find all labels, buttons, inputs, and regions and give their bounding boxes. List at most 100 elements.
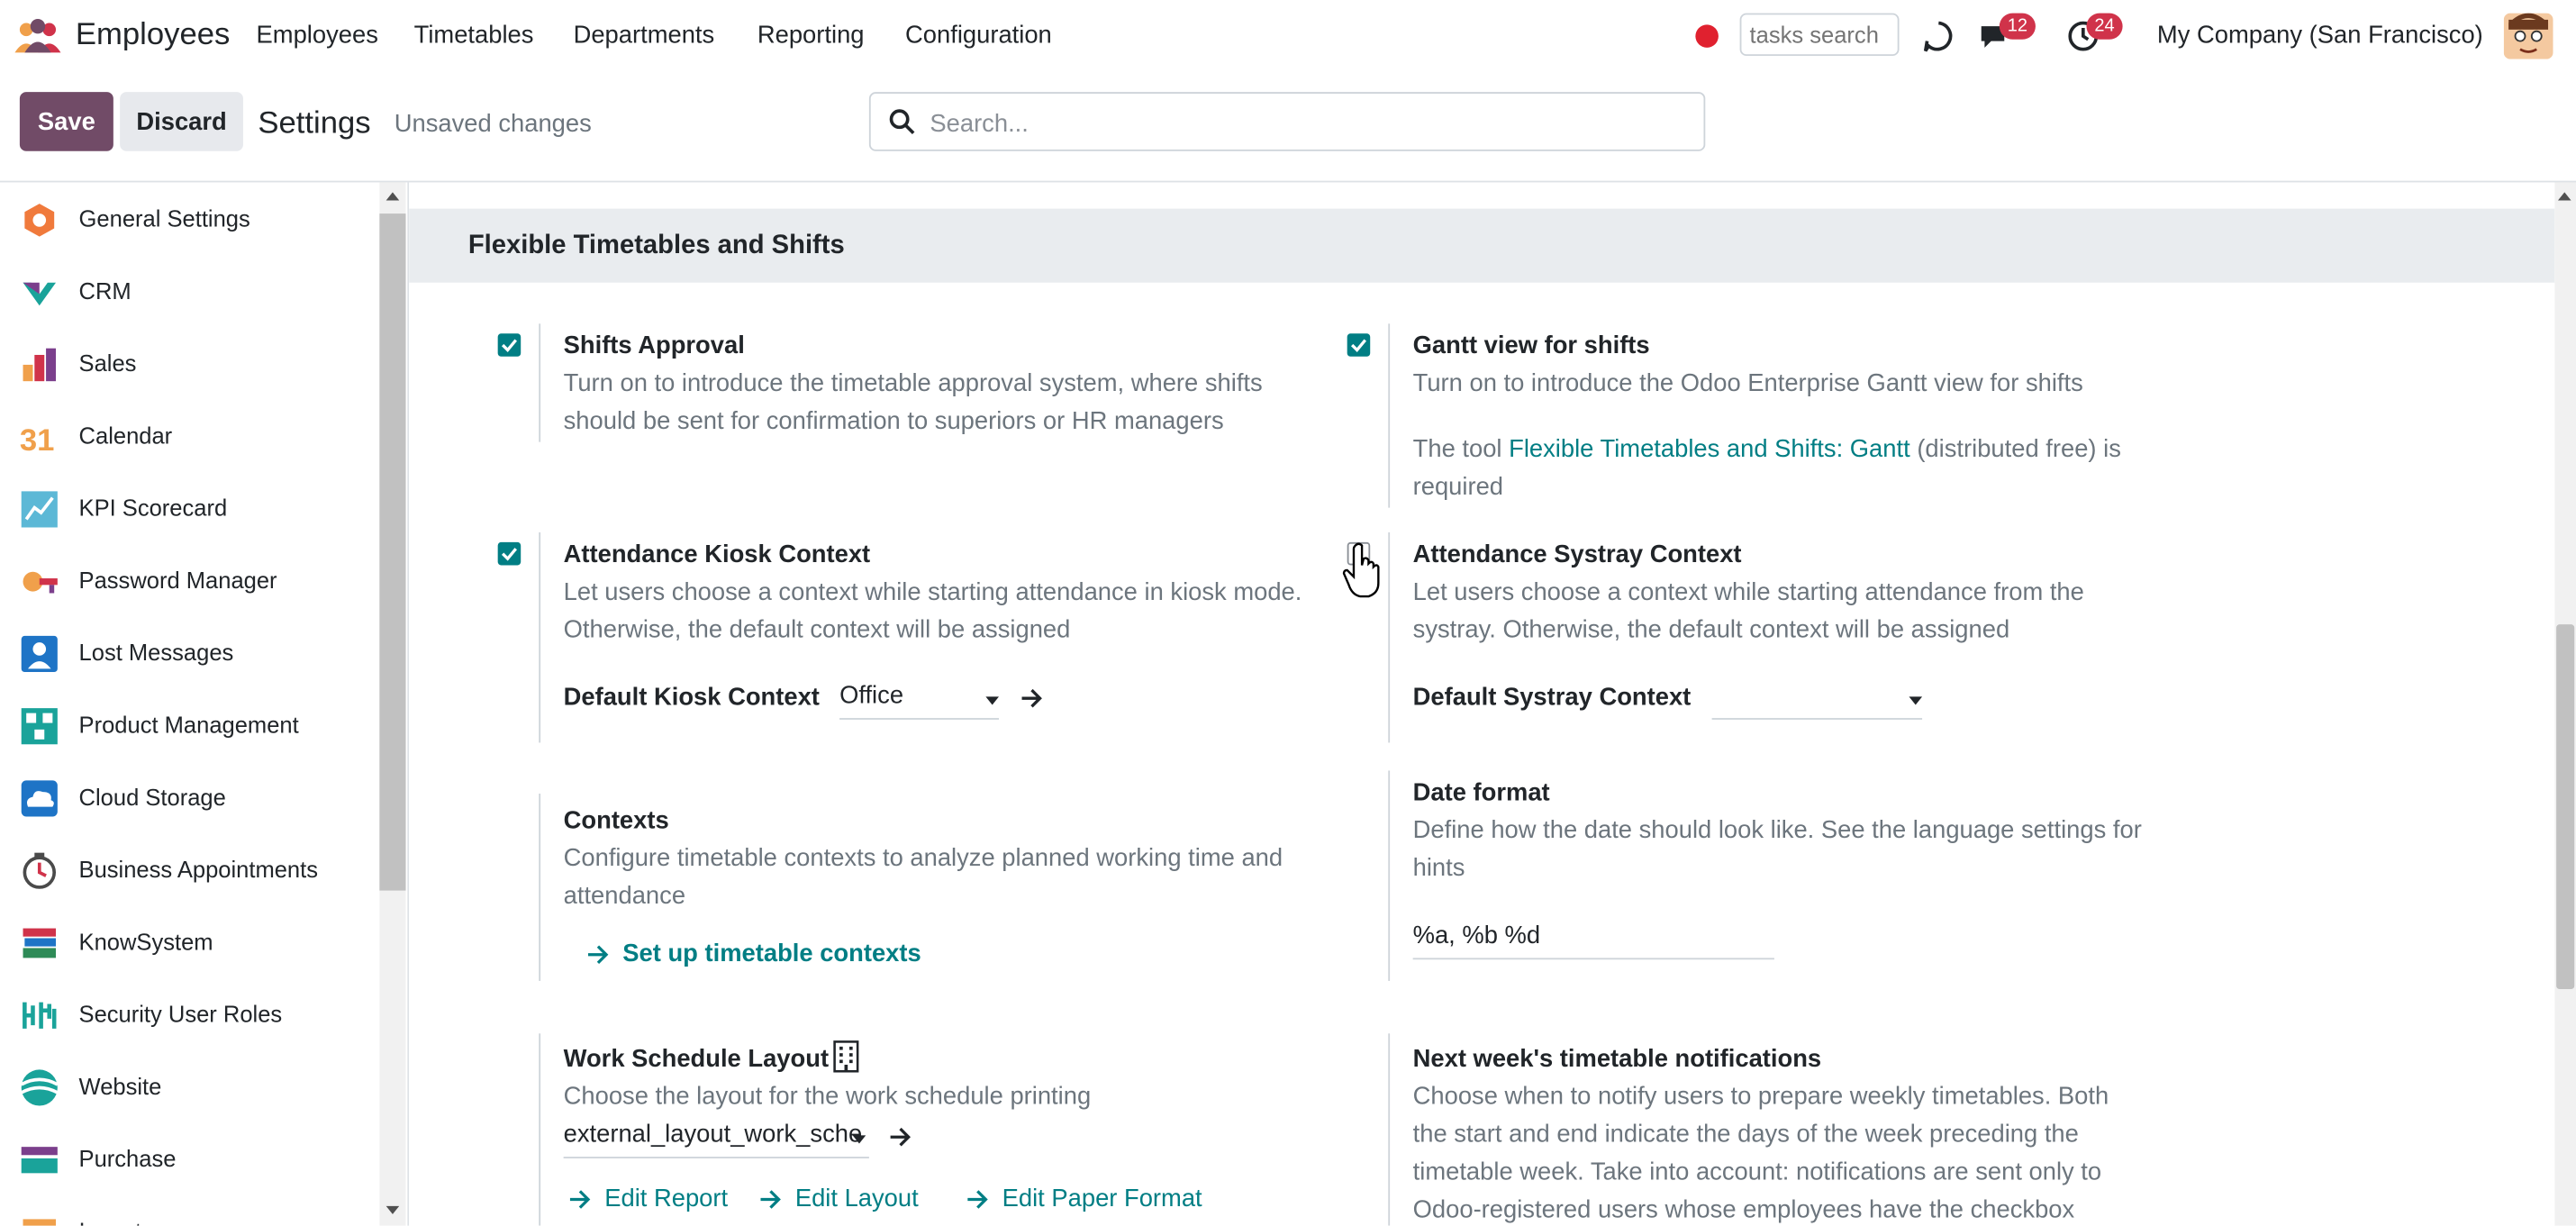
sidebar-item-label: Website [78, 1073, 162, 1100]
work-schedule-open-arrow-icon[interactable] [889, 1125, 912, 1149]
sidebar-item-product-management[interactable]: Product Management [0, 692, 378, 758]
shifts-approval-title: Shifts Approval [563, 331, 745, 360]
set-up-timetable-contexts-link[interactable]: Set up timetable contexts [622, 940, 921, 967]
kiosk-context-description: Let users choose a context while startin… [563, 578, 1302, 645]
activity-loop-icon[interactable] [1920, 18, 1956, 54]
sidebar-item-password-manager[interactable]: Password Manager [0, 547, 378, 613]
kiosk-context-checkbox[interactable] [497, 541, 522, 566]
page-title: Settings [258, 106, 371, 141]
setting-divider [1388, 1033, 1391, 1226]
save-button[interactable]: Save [19, 92, 113, 151]
sidebar-item-business-appointments[interactable]: Business Appointments [0, 836, 378, 902]
arrow-right-icon [569, 1190, 591, 1209]
edit-paper-format-link[interactable]: Edit Paper Format [1002, 1185, 1202, 1212]
sidebar-item-label: Calendar [78, 422, 173, 449]
lost-messages-icon [21, 635, 58, 673]
default-systray-context-label: Default Systray Context [1412, 683, 1692, 712]
employees-app-icon[interactable] [14, 18, 63, 54]
checkmark-icon [501, 548, 517, 561]
calendar-icon: 31 [20, 423, 55, 457]
sidebar-item-calendar[interactable]: 31 Calendar [0, 403, 378, 468]
sidebar-item-lost-messages[interactable]: Lost Messages [0, 620, 378, 686]
app-name[interactable]: Employees [76, 18, 230, 54]
sidebar-item-label: KnowSystem [78, 928, 213, 955]
work-schedule-layout-title: Work Schedule Layout [563, 1045, 830, 1074]
sidebar-item-label: KPI Scorecard [78, 495, 228, 522]
business-appointments-icon [23, 852, 57, 889]
arrow-right-icon [587, 945, 609, 965]
purchase-icon [21, 1147, 58, 1174]
messages-count-badge: 12 [1999, 13, 2036, 40]
top-navbar: Employees Employees Timetables Departmen… [0, 0, 2576, 76]
sidebar-item-knowsystem[interactable]: KnowSystem [0, 909, 378, 975]
menu-configuration[interactable]: Configuration [905, 22, 1052, 50]
chevron-down-icon [1909, 696, 1923, 705]
sales-icon [23, 348, 57, 382]
gantt-view-title: Gantt view for shifts [1412, 331, 1650, 360]
chevron-down-icon [852, 1135, 866, 1144]
tasks-search-input[interactable] [1739, 13, 1900, 57]
security-user-roles-icon [23, 1002, 57, 1029]
menu-employees[interactable]: Employees [257, 22, 378, 50]
shifts-approval-checkbox[interactable] [497, 333, 522, 357]
setting-divider [1388, 770, 1391, 981]
menu-timetables[interactable]: Timetables [414, 22, 534, 50]
edit-report-link[interactable]: Edit Report [604, 1185, 728, 1212]
setting-divider [539, 1033, 541, 1226]
content-scroll-up-icon[interactable] [2557, 192, 2571, 201]
sidebar-item-label: Product Management [78, 711, 299, 738]
work-schedule-layout-description: Choose the layout for the work schedule … [563, 1083, 1092, 1112]
recording-indicator-icon[interactable] [1695, 24, 1719, 48]
default-systray-context-select[interactable] [1711, 682, 1923, 720]
arrow-right-icon [760, 1190, 781, 1209]
inventory-icon [23, 1219, 57, 1226]
sidebar-item-cloud-storage[interactable]: Cloud Storage [0, 764, 378, 830]
sidebar-scrollbar-thumb[interactable] [379, 213, 406, 891]
sidebar-item-label: Security User Roles [78, 1000, 283, 1027]
gantt-tool-link[interactable]: Flexible Timetables and Shifts: Gantt [1509, 435, 1910, 463]
menu-departments[interactable]: Departments [574, 22, 715, 50]
search-icon [889, 109, 915, 135]
general-settings-icon [24, 204, 55, 237]
setting-divider [539, 531, 541, 743]
sidebar-item-label: Inventory [79, 1218, 174, 1226]
hand-cursor-icon [1342, 542, 1380, 598]
page: Employees Employees Timetables Departmen… [0, 0, 2576, 1226]
sidebar-item-label: CRM [78, 277, 132, 304]
sidebar-item-inventory[interactable]: Inventory [0, 1198, 378, 1226]
sidebar-item-sales[interactable]: Sales [0, 331, 378, 396]
sidebar-item-website[interactable]: Website [0, 1053, 378, 1119]
sidebar-item-purchase[interactable]: Purchase [0, 1125, 378, 1191]
kiosk-context-open-arrow-icon[interactable] [1020, 686, 1044, 710]
timetable-notifications-title: Next week's timetable notifications [1412, 1045, 1822, 1074]
settings-search-box[interactable] [868, 92, 1706, 151]
sidebar-item-security-user-roles[interactable]: Security User Roles [0, 981, 378, 1047]
edit-layout-link[interactable]: Edit Layout [795, 1185, 919, 1212]
gantt-view-checkbox[interactable] [1347, 333, 1371, 357]
user-avatar[interactable] [2503, 13, 2553, 59]
cloud-storage-icon [21, 780, 58, 817]
timetable-notifications-description: Choose when to notify users to prepare w… [1412, 1083, 2109, 1224]
sidebar-item-label: Sales [78, 350, 137, 377]
gantt-note-prefix: The tool [1412, 435, 1510, 464]
sidebar-item-general-settings[interactable]: General Settings [0, 186, 378, 251]
default-kiosk-context-select[interactable]: Office [839, 682, 999, 720]
sidebar-scroll-up-icon[interactable] [385, 192, 400, 201]
kiosk-context-title: Attendance Kiosk Context [563, 540, 871, 569]
date-format-input[interactable]: %a, %b %d [1412, 922, 1774, 960]
settings-search-input[interactable] [926, 100, 1690, 147]
work-schedule-layout-select[interactable]: external_layout_work_sche [563, 1121, 869, 1158]
setting-divider [1388, 323, 1391, 508]
sidebar-scroll-down-icon[interactable] [385, 1205, 400, 1214]
section-title: Flexible Timetables and Shifts [467, 232, 845, 260]
sidebar-item-kpi-scorecard[interactable]: KPI Scorecard [0, 475, 378, 540]
systray-context-description: Let users choose a context while startin… [1412, 578, 2084, 645]
sidebar-item-label: General Settings [78, 205, 250, 232]
company-switcher[interactable]: My Company (San Francisco) [2157, 22, 2483, 50]
discard-button[interactable]: Discard [120, 92, 243, 151]
control-panel: Save Discard Settings Unsaved changes [0, 75, 2576, 183]
menu-reporting[interactable]: Reporting [757, 22, 865, 50]
sidebar-item-crm[interactable]: CRM [0, 258, 378, 323]
checkmark-icon [1350, 339, 1367, 352]
content-scrollbar-thumb[interactable] [2556, 624, 2575, 990]
